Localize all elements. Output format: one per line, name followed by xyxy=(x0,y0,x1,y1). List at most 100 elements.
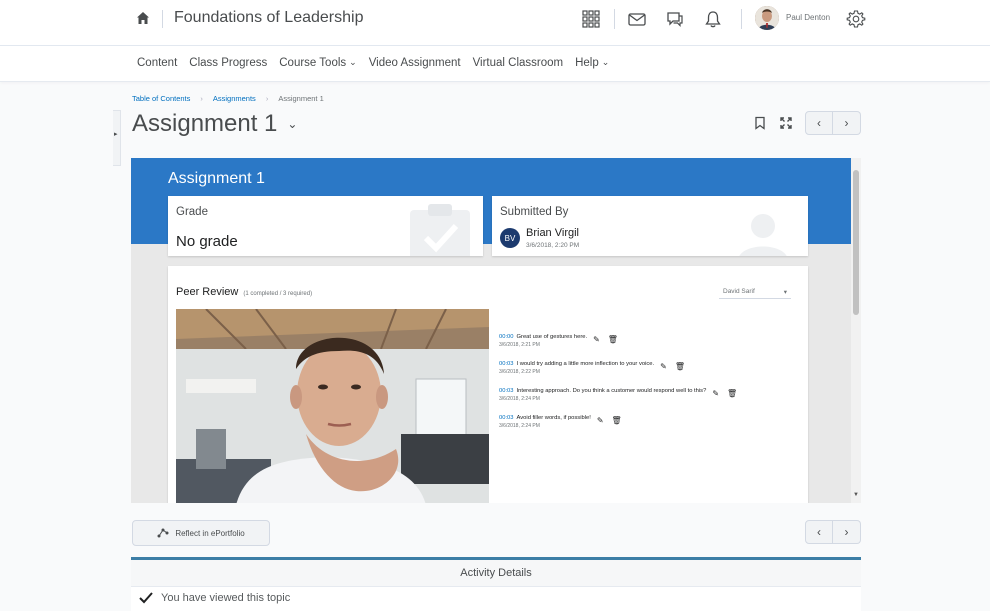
breadcrumb-current: Assignment 1 xyxy=(278,94,324,103)
submitted-by-label: Submitted By xyxy=(500,206,569,218)
nav-item-course-tools[interactable]: Course Tools ⌄ xyxy=(279,56,357,70)
nav-item-help[interactable]: Help ⌄ xyxy=(575,56,610,70)
comment-timestamp[interactable]: 00:03 xyxy=(499,388,514,394)
bottom-pager: ‹ › xyxy=(805,520,861,544)
chat-icon[interactable] xyxy=(665,9,685,29)
home-icon[interactable] xyxy=(136,11,150,25)
comment-item: 00:03 I would try adding a little more in… xyxy=(499,359,799,386)
expand-arrow-icon[interactable]: ▸ xyxy=(114,130,118,138)
comment-item: 00:03 Avoid filler words, if possible! ✎ 🗑 3… xyxy=(499,413,799,440)
nav-item-content[interactable]: Content xyxy=(137,57,177,69)
comment-timestamp[interactable]: 00:03 xyxy=(499,361,514,367)
nav-item-label: Course Tools xyxy=(279,57,347,69)
title-divider xyxy=(162,10,163,28)
previous-topic-button[interactable]: ‹ xyxy=(805,520,833,544)
side-panel-toggle[interactable] xyxy=(113,110,121,166)
peer-review-title: Peer Review xyxy=(176,286,239,298)
chevron-left-icon: ‹ xyxy=(817,525,821,539)
mail-icon[interactable] xyxy=(627,9,647,29)
comment-line: 00:00 Great use of gestures here. ✎ 🗑 xyxy=(499,332,799,345)
delete-trash-icon[interactable]: 🗑 xyxy=(727,389,737,398)
nav-item-class-progress[interactable]: Class Progress xyxy=(189,57,267,69)
delete-trash-icon[interactable]: 🗑 xyxy=(612,416,622,425)
grade-card: Grade No grade xyxy=(168,196,483,256)
edit-pencil-icon[interactable]: ✎ xyxy=(597,416,604,425)
edit-pencil-icon[interactable]: ✎ xyxy=(712,389,719,398)
comment-item: 00:00 Great use of gestures here. ✎ 🗑 3/6/20… xyxy=(499,332,799,359)
comment-text: Avoid filler words, if possible! xyxy=(516,414,591,421)
nav-item-label: Virtual Classroom xyxy=(472,57,564,69)
comment-timestamp[interactable]: 00:03 xyxy=(499,415,514,421)
settings-gear-icon[interactable] xyxy=(846,9,866,29)
review-comments: 00:00 Great use of gestures here. ✎ 🗑 3/6/20… xyxy=(499,332,799,440)
breadcrumb-separator-icon: › xyxy=(200,94,203,103)
header-divider xyxy=(614,9,615,29)
nav-item-virtual-classroom[interactable]: Virtual Classroom xyxy=(473,57,564,69)
comment-actions: ✎ 🗑 xyxy=(597,416,622,425)
breadcrumb-separator-icon: › xyxy=(265,94,269,103)
user-avatar[interactable] xyxy=(755,6,779,30)
next-topic-button[interactable]: › xyxy=(833,520,861,544)
peer-review-count: (1 completed / 3 required) xyxy=(243,291,313,297)
nav-items: Content Class Progress Course Tools ⌄ Video … xyxy=(137,56,610,70)
comment-line: 00:03 I would try adding a little more in… xyxy=(499,359,799,372)
submitted-by-card: Submitted By BV Brian Virgil 3/6/2018, 2… xyxy=(492,196,808,256)
reflect-in-eportfolio-button[interactable]: Reflect in ePortfolio xyxy=(132,520,270,546)
viewed-status-text: You have viewed this topic xyxy=(161,592,291,604)
comment-date: 3/6/2018, 2:22 PM xyxy=(499,369,540,375)
nav-item-label: Content xyxy=(137,57,178,69)
comment-timestamp[interactable]: 00:00 xyxy=(499,334,514,340)
page-title-text: Assignment 1 xyxy=(132,110,278,137)
next-topic-button[interactable]: › xyxy=(833,111,861,135)
edit-pencil-icon[interactable]: ✎ xyxy=(593,335,600,344)
reviewer-select-value: David Sarif xyxy=(723,288,755,295)
breadcrumb-table-of-contents[interactable]: Table of Contents xyxy=(132,94,190,103)
peer-review-card: Peer Review (1 completed / 3 required) D… xyxy=(168,266,808,503)
header-divider xyxy=(741,9,742,29)
course-navbar: Content Class Progress Course Tools ⌄ Video … xyxy=(0,46,990,82)
frame-scrollbar[interactable]: ▼ xyxy=(851,158,861,503)
checkmark-icon xyxy=(139,592,153,604)
top-pager: ‹ › xyxy=(805,111,861,135)
viewed-status: You have viewed this topic xyxy=(131,587,861,609)
bookmark-icon[interactable] xyxy=(753,116,767,130)
activity-details-title[interactable]: Activity Details xyxy=(131,560,861,587)
chevron-down-icon: ⌄ xyxy=(349,56,357,67)
user-name[interactable]: Paul Denton xyxy=(786,13,830,22)
comment-text: Interesting approach. Do you think a cus… xyxy=(516,387,707,394)
fullscreen-icon[interactable] xyxy=(779,116,793,130)
nav-item-label: Video Assignment xyxy=(368,57,461,69)
breadcrumb: Table of Contents › Assignments › Assign… xyxy=(132,94,324,103)
comment-actions: ✎ 🗑 xyxy=(712,389,737,398)
delete-trash-icon[interactable]: 🗑 xyxy=(675,362,685,371)
banner-title: Assignment 1 xyxy=(168,170,265,187)
previous-topic-button[interactable]: ‹ xyxy=(805,111,833,135)
title-dropdown-chevron-icon[interactable]: ⌄ xyxy=(287,117,297,131)
chevron-down-icon: ⌄ xyxy=(601,56,610,67)
person-placeholder-icon xyxy=(739,214,787,256)
peer-review-heading: Peer Review (1 completed / 3 required) xyxy=(176,286,312,298)
eportfolio-icon xyxy=(157,528,169,538)
grade-value: No grade xyxy=(176,233,238,250)
apps-grid-icon[interactable] xyxy=(581,9,601,29)
course-title[interactable]: Foundations of Leadership xyxy=(174,9,363,27)
comment-line: 00:03 Avoid filler words, if possible! ✎ 🗑 xyxy=(499,413,799,426)
chevron-left-icon: ‹ xyxy=(817,116,821,130)
user-photo xyxy=(755,6,779,30)
comment-actions: ✎ 🗑 xyxy=(660,362,685,371)
comment-text: Great use of gestures here. xyxy=(516,333,588,340)
reviewer-select[interactable]: David Sarif ▾ xyxy=(719,285,791,299)
comment-date: 3/6/2018, 2:24 PM xyxy=(499,423,540,429)
submitter-name: Brian Virgil xyxy=(526,227,579,239)
notification-bell-icon[interactable] xyxy=(703,9,723,29)
edit-pencil-icon[interactable]: ✎ xyxy=(660,362,667,371)
nav-item-video-assignment[interactable]: Video Assignment xyxy=(369,57,461,69)
chevron-down-icon: ▾ xyxy=(783,288,787,296)
breadcrumb-assignments[interactable]: Assignments xyxy=(213,94,256,103)
submission-video[interactable] xyxy=(176,309,489,503)
scrollbar-thumb[interactable] xyxy=(853,170,859,315)
nav-item-label: Help xyxy=(575,57,599,69)
scroll-down-arrow-icon[interactable]: ▼ xyxy=(853,492,859,498)
delete-trash-icon[interactable]: 🗑 xyxy=(608,335,618,344)
video-frame xyxy=(176,309,489,503)
